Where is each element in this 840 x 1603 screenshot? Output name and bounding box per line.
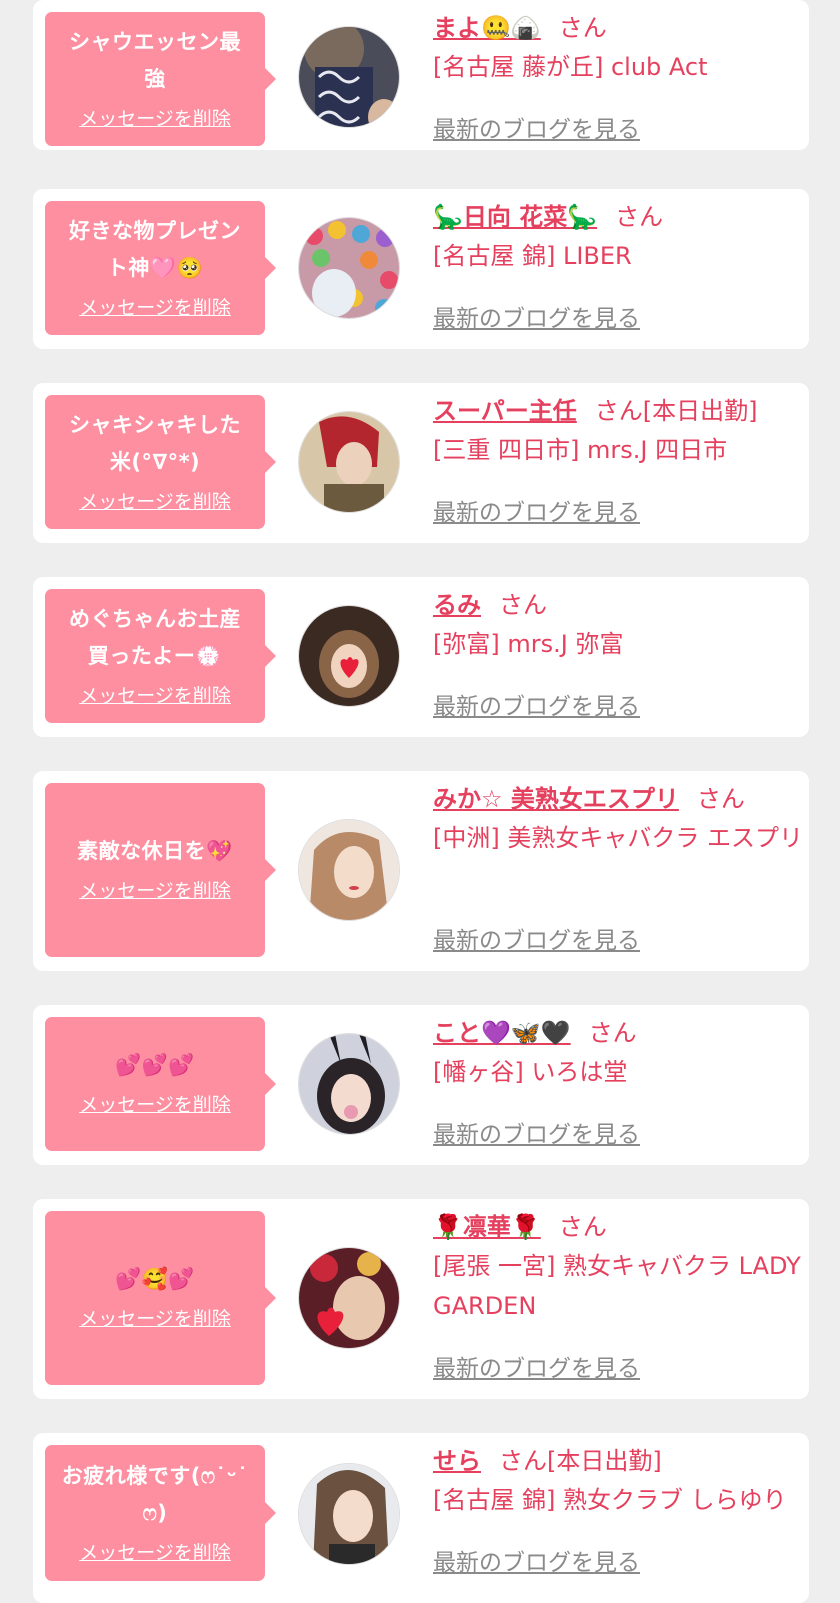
message-card: 好きな物プレゼン ト神🩷🥺 メッセージを削除 🦕日向 花菜🦕 さん [名古屋 錦…: [33, 189, 809, 349]
name-line: スーパー主任 さん[本日出勤]: [433, 393, 803, 429]
honorific: さん: [499, 591, 547, 619]
honorific: さん: [588, 1019, 637, 1047]
message-text: シャウエッセン最 強: [69, 29, 241, 91]
avatar[interactable]: [298, 217, 400, 319]
latest-blog-link[interactable]: 最新のブログを見る: [433, 1115, 640, 1149]
cast-info: 🌹凛華🌹 さん [尾張 一宮] 熟女キャバクラ LADY GARDEN 最新のブロ…: [433, 1209, 803, 1382]
message-bubble: シャウエッセン最 強 メッセージを削除: [45, 12, 276, 146]
name-line: るみ さん: [433, 587, 803, 623]
avatar-photo-icon: [299, 606, 399, 706]
name-line: 🦕日向 花菜🦕 さん: [433, 199, 803, 235]
avatar-photo-icon: [299, 218, 399, 318]
message-card: 💕💕💕 メッセージを削除 こと💜🦋🖤 さん [幡ヶ谷] いろは堂 最新のブログを見…: [33, 1005, 809, 1165]
cast-name-link[interactable]: みか☆ 美熟女エスプリ: [433, 785, 679, 813]
honorific: さん: [558, 1213, 607, 1241]
delete-message-link[interactable]: メッセージを削除: [79, 104, 231, 131]
message-text: めぐちゃんお土産 買ったよー💮: [69, 606, 241, 668]
delete-message-link[interactable]: メッセージを削除: [79, 876, 231, 903]
latest-blog-link[interactable]: 最新のブログを見る: [433, 493, 640, 527]
avatar-photo-icon: [299, 27, 399, 127]
shop-label: [名古屋 錦] 熟女クラブ しらゆり: [433, 1486, 787, 1514]
message-text: 素敵な休日を💖: [77, 839, 233, 863]
name-line: 🌹凛華🌹 さん: [433, 1209, 803, 1245]
message-card: 素敵な休日を💖 メッセージを削除 みか☆ 美熟女エスプリ さん [中洲] 美熟女キ…: [33, 771, 809, 971]
latest-blog-link[interactable]: 最新のブログを見る: [433, 1543, 640, 1577]
cast-info: こと💜🦋🖤 さん [幡ヶ谷] いろは堂 最新のブログを見る: [433, 1015, 803, 1148]
shop-label: [幡ヶ谷] いろは堂: [433, 1058, 628, 1086]
name-line: せら さん[本日出勤]: [433, 1443, 803, 1479]
message-card: シャキシャキした 米(°∇°*) メッセージを削除 スーパー主任 さん[本日出勤]…: [33, 383, 809, 543]
attendance-status: [本日出勤]: [642, 397, 758, 425]
cast-info: せら さん[本日出勤] [名古屋 錦] 熟女クラブ しらゆり 最新のブログを見る: [433, 1443, 803, 1576]
message-card: めぐちゃんお土産 買ったよー💮 メッセージを削除 るみ さん [弥富] mrs.J…: [33, 577, 809, 737]
avatar[interactable]: [298, 1247, 400, 1349]
shop-label: [名古屋 藤が丘] club Act: [433, 53, 708, 81]
attendance-status: [本日出勤]: [547, 1447, 662, 1475]
shop-label: [弥富] mrs.J 弥富: [433, 630, 624, 658]
message-text: お疲れ様です(ෆ˙ᵕ˙ ෆ): [61, 1463, 249, 1525]
message-card: お疲れ様です(ෆ˙ᵕ˙ ෆ) メッセージを削除 せら さん[本日出勤] [名古屋 …: [33, 1433, 809, 1603]
latest-blog-link[interactable]: 最新のブログを見る: [433, 110, 640, 144]
cast-name-link[interactable]: るみ: [433, 591, 481, 619]
latest-blog-link[interactable]: 最新のブログを見る: [433, 299, 640, 333]
avatar-photo-icon: [299, 1464, 399, 1564]
cast-info: るみ さん [弥富] mrs.J 弥富 最新のブログを見る: [433, 587, 803, 720]
avatar[interactable]: [298, 26, 400, 128]
message-card: シャウエッセン最 強 メッセージを削除 まよ🤐🍙 さん [名古屋 藤が丘] clu…: [33, 0, 809, 150]
name-line: まよ🤐🍙 さん: [433, 10, 803, 46]
message-bubble: 💕💕💕 メッセージを削除: [45, 1017, 276, 1151]
honorific: さん: [558, 14, 607, 42]
cast-name-link[interactable]: スーパー主任: [433, 397, 577, 425]
cast-name-link[interactable]: せら: [433, 1447, 481, 1475]
shop-label: [名古屋 錦] LIBER: [433, 242, 632, 270]
delete-message-link[interactable]: メッセージを削除: [79, 487, 231, 514]
avatar[interactable]: [298, 605, 400, 707]
cast-info: みか☆ 美熟女エスプリ さん [中洲] 美熟女キャバクラ エスプリ 最新のブログを…: [433, 781, 803, 954]
delete-message-link[interactable]: メッセージを削除: [79, 681, 231, 708]
avatar-photo-icon: [299, 1248, 399, 1348]
cast-info: 🦕日向 花菜🦕 さん [名古屋 錦] LIBER 最新のブログを見る: [433, 199, 803, 332]
shop-label: [尾張 一宮] 熟女キャバクラ LADY GARDEN: [433, 1252, 801, 1320]
message-text: 好きな物プレゼン ト神🩷🥺: [69, 218, 241, 280]
message-bubble: 素敵な休日を💖 メッセージを削除: [45, 783, 276, 957]
honorific: さん: [696, 785, 745, 813]
delete-message-link[interactable]: メッセージを削除: [79, 1090, 231, 1117]
message-bubble: 💕🥰💕 メッセージを削除: [45, 1211, 276, 1385]
avatar[interactable]: [298, 819, 400, 921]
message-text: シャキシャキした 米(°∇°*): [69, 412, 241, 474]
message-text: 💕💕💕: [115, 1053, 195, 1077]
latest-blog-link[interactable]: 最新のブログを見る: [433, 921, 640, 955]
name-line: みか☆ 美熟女エスプリ さん: [433, 781, 803, 817]
avatar-photo-icon: [299, 1034, 399, 1134]
cast-info: スーパー主任 さん[本日出勤] [三重 四日市] mrs.J 四日市 最新のブログ…: [433, 393, 803, 526]
shop-label: [中洲] 美熟女キャバクラ エスプリ: [433, 824, 803, 852]
honorific: さん: [615, 203, 664, 231]
message-bubble: めぐちゃんお土産 買ったよー💮 メッセージを削除: [45, 589, 276, 723]
cast-name-link[interactable]: こと💜🦋🖤: [433, 1019, 571, 1047]
message-text: 💕🥰💕: [115, 1267, 195, 1291]
honorific: さん: [499, 1447, 547, 1475]
name-line: こと💜🦋🖤 さん: [433, 1015, 803, 1051]
cast-name-link[interactable]: まよ🤐🍙: [433, 14, 541, 42]
shop-label: [三重 四日市] mrs.J 四日市: [433, 436, 728, 464]
delete-message-link[interactable]: メッセージを削除: [79, 293, 231, 320]
avatar-photo-icon: [299, 412, 399, 512]
message-bubble: 好きな物プレゼン ト神🩷🥺 メッセージを削除: [45, 201, 276, 335]
avatar[interactable]: [298, 1033, 400, 1135]
message-card: 💕🥰💕 メッセージを削除 🌹凛華🌹 さん [尾張 一宮] 熟女キャバクラ LADY…: [33, 1199, 809, 1399]
cast-name-link[interactable]: 🌹凛華🌹: [433, 1213, 541, 1241]
cast-info: まよ🤐🍙 さん [名古屋 藤が丘] club Act 最新のブログを見る: [433, 10, 803, 143]
avatar-photo-icon: [299, 820, 399, 920]
avatar[interactable]: [298, 1463, 400, 1565]
latest-blog-link[interactable]: 最新のブログを見る: [433, 1349, 640, 1383]
honorific: さん: [594, 397, 643, 425]
message-bubble: シャキシャキした 米(°∇°*) メッセージを削除: [45, 395, 276, 529]
cast-name-link[interactable]: 🦕日向 花菜🦕: [433, 203, 597, 231]
avatar[interactable]: [298, 411, 400, 513]
delete-message-link[interactable]: メッセージを削除: [79, 1538, 231, 1565]
latest-blog-link[interactable]: 最新のブログを見る: [433, 687, 640, 721]
delete-message-link[interactable]: メッセージを削除: [79, 1304, 231, 1331]
message-bubble: お疲れ様です(ෆ˙ᵕ˙ ෆ) メッセージを削除: [45, 1445, 276, 1581]
